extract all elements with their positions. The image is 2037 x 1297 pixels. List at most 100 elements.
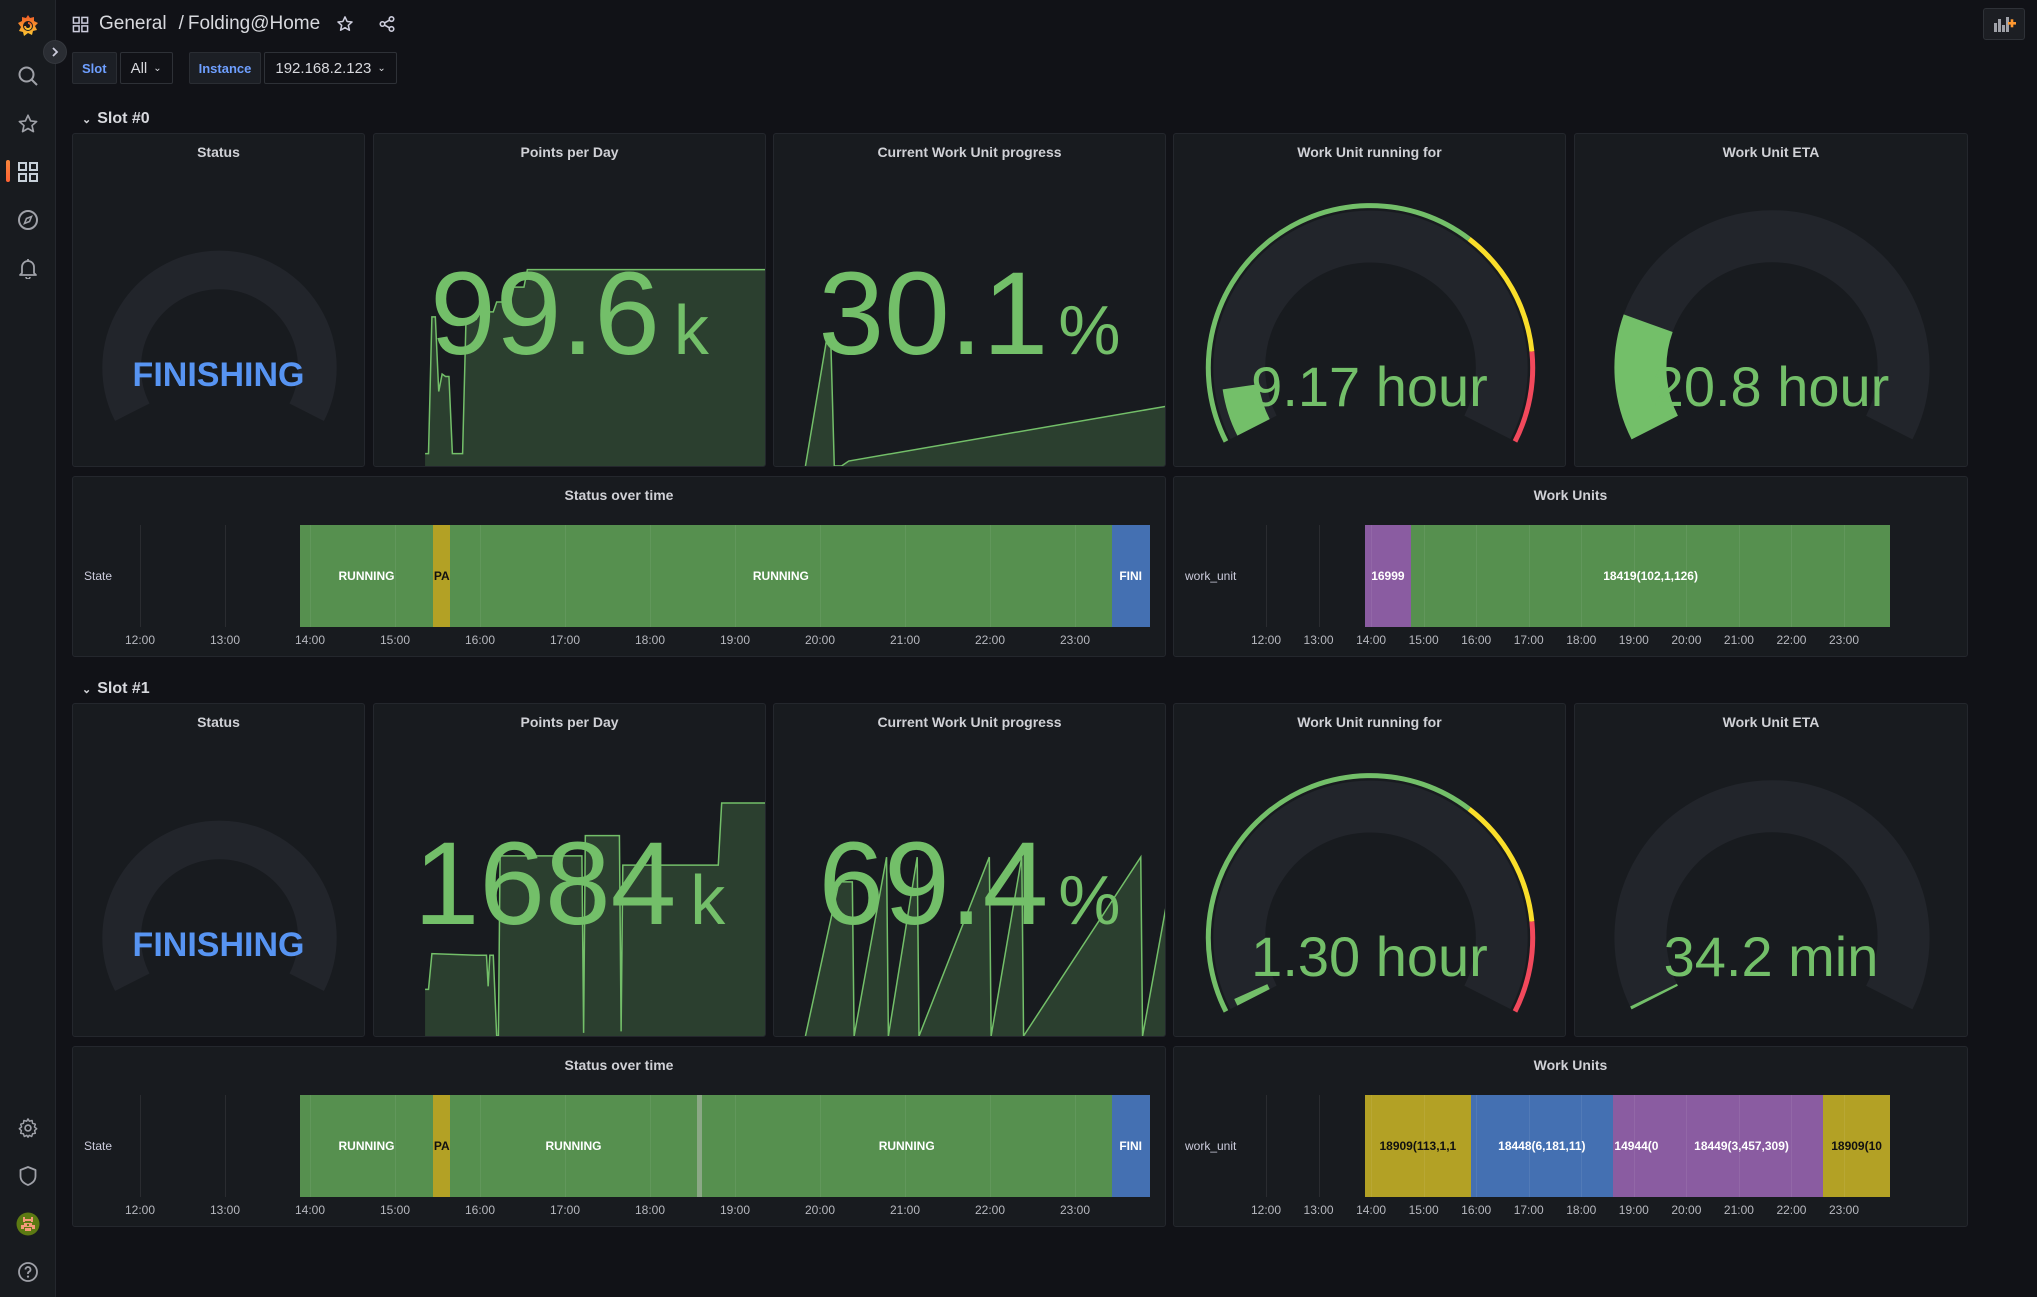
row-collapse-chevron-icon: ⌄ <box>82 683 92 696</box>
status-segment[interactable]: FINI <box>1111 525 1150 627</box>
work-unit-segment[interactable]: 18909(113,1,1 <box>1364 1095 1471 1197</box>
status-segment[interactable]: RUNNING <box>299 1095 434 1197</box>
starred-icon[interactable] <box>14 110 42 138</box>
status-segment[interactable]: FINI <box>1111 1095 1150 1197</box>
status-gauge <box>102 250 337 421</box>
variable-select-slot[interactable]: All ⌄ <box>119 52 173 84</box>
panel-work-unit-running-for[interactable]: Work Unit running for 1.30 hour <box>1173 703 1566 1037</box>
work-unit-segment[interactable]: 18449(3,457,309) <box>1660 1095 1823 1197</box>
time-axis-tick: 13:00 <box>1303 1203 1334 1217</box>
panel-work-units[interactable]: Work Units work_unit 12:00 13:00 14:00 15:0… <box>1173 476 1968 657</box>
time-axis-tick: 15:00 <box>1408 1203 1439 1217</box>
work-unit-segment[interactable]: 18909(10 <box>1822 1095 1891 1197</box>
panel-work-units[interactable]: Work Units work_unit 12:00 13:00 14:00 15:0… <box>1173 1046 1968 1227</box>
time-axis-tick: 16:00 <box>1461 633 1492 647</box>
row-collapse-chevron-icon: ⌄ <box>82 113 92 126</box>
alerting-bell-icon[interactable] <box>14 254 42 282</box>
stat-unit: k <box>673 291 709 369</box>
timeline-gridline-overlay <box>820 1095 821 1197</box>
timeline-row-label: State <box>84 1139 113 1153</box>
dashboards-icon[interactable] <box>14 158 42 186</box>
panel-title: Status over time <box>564 1057 674 1073</box>
timeline-gridline-overlay <box>480 1095 481 1197</box>
row-header[interactable]: ⌄ Slot #1 <box>82 680 150 698</box>
timeline-gridline-overlay <box>905 1095 906 1197</box>
panel-work-unit-running-for[interactable]: Work Unit running for 9.17 hour <box>1173 133 1566 467</box>
timeline-gridline-overlay <box>905 525 906 627</box>
status-segment[interactable]: PA <box>433 1095 451 1197</box>
timeline-gridline-overlay <box>650 525 651 627</box>
status-segment[interactable]: PA <box>433 525 451 627</box>
dashboard-header: General / Folding@Home <box>72 10 396 38</box>
status-segment[interactable]: RUNNING <box>701 1095 1112 1197</box>
grafana-logo-icon[interactable] <box>14 12 42 40</box>
timeline-gridline-overlay <box>1844 1095 1845 1197</box>
share-icon[interactable] <box>378 15 396 33</box>
variable-select-instance[interactable]: 192.168.2.123 ⌄ <box>264 52 397 84</box>
panel-status[interactable]: Status FINISHING <box>72 133 365 467</box>
work-unit-segment[interactable]: 18419(102,1,126) <box>1411 525 1891 627</box>
work-unit-segment[interactable]: 14944(0 <box>1612 1095 1661 1197</box>
timeline-gridline-overlay <box>1528 1095 1530 1197</box>
explore-compass-icon[interactable] <box>14 206 42 234</box>
panel-status-over-time[interactable]: Status over time State 12:00 13:00 14:00 15… <box>72 476 1166 657</box>
gauge-value-arc <box>1234 984 1270 1006</box>
time-axis-tick: 12:00 <box>1250 1203 1282 1217</box>
work-unit-segment[interactable]: 18448(6,181,11) <box>1470 1095 1613 1197</box>
time-axis-tick: 23:00 <box>1059 633 1091 647</box>
time-axis-tick: 15:00 <box>1408 633 1439 647</box>
time-axis-tick: 17:00 <box>1513 633 1544 647</box>
stat-number: 30.1 <box>818 248 1049 380</box>
time-axis-tick: 19:00 <box>719 1203 751 1217</box>
stat-unit: k <box>690 861 726 939</box>
expand-sidebar-button[interactable] <box>43 40 67 64</box>
panel-status-over-time[interactable]: Status over time State 12:00 13:00 14:00 15… <box>72 1046 1166 1227</box>
timeline-gridline-overlay <box>1791 1095 1793 1197</box>
timeline-gridline-overlay <box>1633 525 1635 627</box>
timeline-gridline-overlay <box>990 525 991 627</box>
panel-work-unit-progress[interactable]: Current Work Unit progress 69.4% <box>773 703 1166 1037</box>
panel-status[interactable]: Status FINISHING <box>72 703 365 1037</box>
segment-label: 18448(6,181,11) <box>1498 1139 1586 1153</box>
timeline-row-label: State <box>84 569 113 583</box>
user-avatar[interactable] <box>14 1210 42 1238</box>
segment-label: 18909(10 <box>1831 1139 1882 1153</box>
configuration-gear-icon[interactable] <box>14 1114 42 1142</box>
timeline-gridline <box>140 1095 141 1197</box>
search-icon[interactable] <box>14 62 42 90</box>
timeline-gridline-overlay <box>310 525 311 627</box>
time-axis-tick: 19:00 <box>1618 633 1649 647</box>
dashboard-grid-icon <box>72 16 89 33</box>
panel-points-per-day[interactable]: Points per Day 99.6 k <box>373 133 766 467</box>
panel-title: Status over time <box>564 487 674 503</box>
stat-unit: % <box>1058 861 1121 939</box>
time-axis-tick: 23:00 <box>1828 633 1860 647</box>
time-axis-tick: 22:00 <box>974 633 1006 647</box>
timeline-gridline-overlay <box>1738 525 1740 627</box>
timeline-gridline-overlay <box>395 525 396 627</box>
panel-work-unit-eta[interactable]: Work Unit ETA 34.2 min <box>1574 703 1968 1037</box>
time-axis-tick: 22:00 <box>1776 633 1807 647</box>
status-segment[interactable]: RUNNING <box>450 525 1112 627</box>
row-header[interactable]: ⌄ Slot #0 <box>82 110 150 128</box>
panel-points-per-day[interactable]: Points per Day 1684 k <box>373 703 766 1037</box>
segment-label: FINI <box>1119 569 1142 583</box>
help-icon[interactable] <box>14 1258 42 1286</box>
time-axis-tick: 16:00 <box>1461 1203 1492 1217</box>
server-admin-shield-icon[interactable] <box>14 1162 42 1190</box>
time-axis-tick: 16:00 <box>464 1203 496 1217</box>
status-segment[interactable]: RUNNING <box>299 525 434 627</box>
star-dashboard-icon[interactable] <box>336 15 354 33</box>
panel-work-unit-eta[interactable]: Work Unit ETA 20.8 hour <box>1574 133 1968 467</box>
breadcrumb-folder[interactable]: General <box>99 13 167 35</box>
status-segment[interactable]: RUNNING <box>450 1095 697 1197</box>
variable-value-instance: 192.168.2.123 <box>275 59 372 77</box>
add-panel-button[interactable] <box>1983 8 2025 40</box>
progress-value: 69.4% <box>774 816 1165 952</box>
timeline-row-label: work_unit <box>1185 1139 1237 1153</box>
panel-work-unit-progress[interactable]: Current Work Unit progress 30.1% <box>773 133 1166 467</box>
dashboard-title[interactable]: Folding@Home <box>188 13 320 35</box>
time-axis-tick: 12:00 <box>124 633 156 647</box>
time-axis-tick: 20:00 <box>1671 1203 1702 1217</box>
row-title: Slot #1 <box>97 680 150 697</box>
